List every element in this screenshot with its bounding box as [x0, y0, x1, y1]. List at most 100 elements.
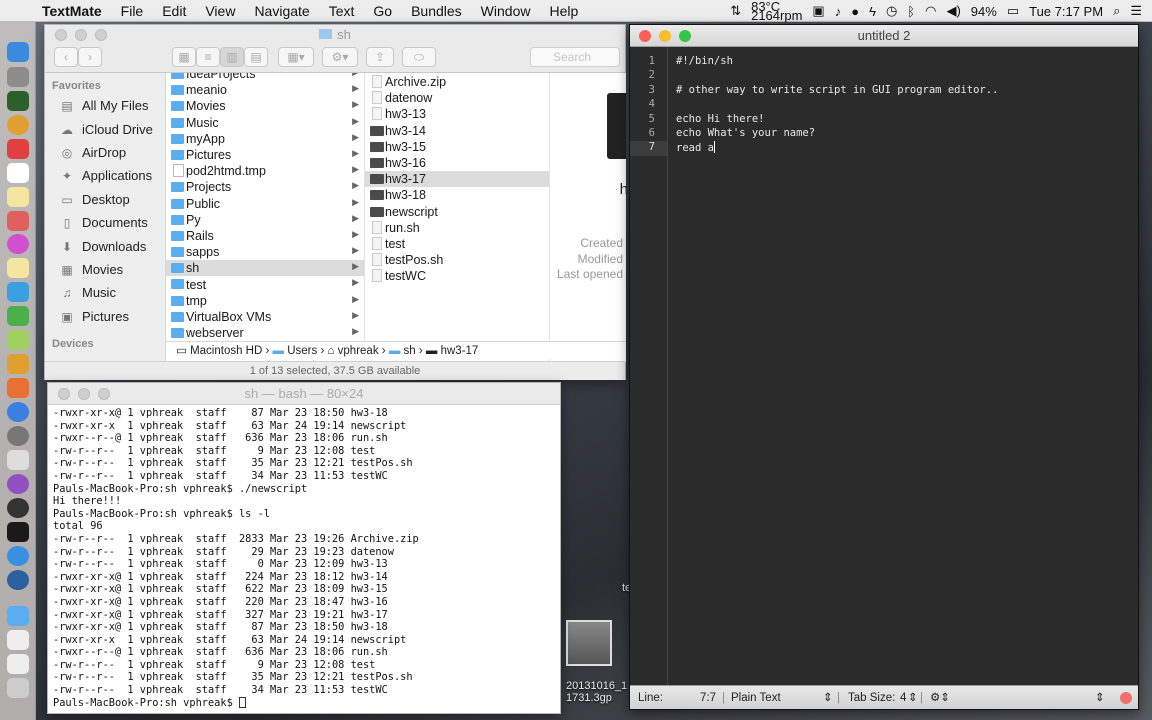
column-item[interactable]: hw3-17 [365, 171, 549, 188]
arrange-button[interactable]: ▦▾ [278, 47, 314, 67]
column-item[interactable]: hw3-13 [365, 106, 549, 122]
sidebar-item[interactable]: ▣ Pictures [45, 305, 165, 328]
minimize-button[interactable] [75, 29, 87, 41]
line-number-gutter[interactable]: 1234567 [630, 47, 668, 685]
trash-dock-icon[interactable] [7, 678, 29, 698]
zoom-button[interactable] [95, 29, 107, 41]
close-button[interactable] [55, 29, 67, 41]
grammar-chevron-icon[interactable]: ⇕ [823, 686, 833, 710]
line-number[interactable]: 7 [630, 141, 667, 156]
battery-percent[interactable]: 94% [971, 4, 997, 19]
finder-titlebar[interactable]: sh [45, 25, 625, 45]
column-item[interactable]: myApp ▶ [166, 131, 364, 147]
sidebar-item[interactable]: ◎ AirDrop [45, 141, 165, 164]
search-input[interactable]: Search [530, 47, 620, 67]
gear-icon[interactable]: ⚙⇕ [930, 686, 950, 710]
terminal-dock-icon[interactable] [7, 522, 29, 542]
cursor-position[interactable]: 7:7 [700, 686, 716, 710]
textmate-titlebar[interactable]: untitled 2 [630, 25, 1138, 47]
facetime-dock-icon[interactable] [7, 306, 29, 326]
ibooks-dock-icon[interactable] [7, 354, 29, 374]
line-number[interactable]: 2 [630, 69, 667, 83]
shield-icon[interactable]: ▣ [812, 3, 824, 19]
column-item[interactable]: test [365, 236, 549, 252]
path-item[interactable]: hw3-17 [441, 345, 479, 357]
column-item[interactable]: hw3-18 [365, 187, 549, 203]
launchpad-dock-icon[interactable] [7, 67, 29, 87]
column-item[interactable]: IdeaProjects ▶ [166, 73, 364, 82]
menu-view[interactable]: View [205, 3, 235, 19]
messages-dock-icon[interactable] [7, 282, 29, 302]
app-store-dock-icon[interactable] [7, 402, 29, 422]
path-item[interactable]: Users [287, 345, 317, 357]
terminal-titlebar[interactable]: sh — bash — 80×24 [48, 383, 560, 405]
line-number[interactable]: 4 [630, 98, 667, 112]
photos-dock-icon[interactable] [7, 234, 29, 254]
column-item[interactable]: Projects ▶ [166, 179, 364, 195]
menu-navigate[interactable]: Navigate [254, 3, 309, 19]
maps-dock-icon[interactable] [7, 330, 29, 350]
back-button[interactable]: ‹ [54, 47, 78, 67]
documents-dock-icon[interactable] [7, 630, 29, 650]
menu-help[interactable]: Help [549, 3, 578, 19]
volume-icon[interactable]: ◀) [946, 3, 960, 19]
edit-tags-button[interactable]: ⬭ [402, 47, 436, 67]
minimize-button[interactable] [659, 30, 671, 42]
column-item[interactable]: meanio ▶ [166, 82, 364, 98]
column-item[interactable]: run.sh [365, 220, 549, 236]
app-dock-icon[interactable] [7, 139, 29, 159]
action-gear-button[interactable]: ⚙▾ [322, 47, 358, 67]
column-item[interactable]: Music ▶ [166, 115, 364, 131]
sidebar-item[interactable]: ▤ All My Files [45, 94, 165, 117]
network-monitor-icon[interactable]: ⇅ [730, 3, 741, 19]
stickies-dock-icon[interactable] [7, 258, 29, 278]
tab-size-value[interactable]: 4 [900, 686, 906, 710]
grammar-selector[interactable]: Plain Text [731, 686, 781, 710]
code-editor[interactable]: #!/bin/sh # other way to write script in … [676, 47, 1136, 156]
sidebar-item[interactable]: ☁ iCloud Drive [45, 117, 165, 140]
sidebar-item[interactable]: ▭ Desktop [45, 188, 165, 211]
safari-dock-icon[interactable] [7, 546, 29, 566]
macro-record-icon[interactable] [1120, 692, 1132, 704]
column-item[interactable]: webserver ▶ [166, 325, 364, 341]
line-number[interactable]: 1 [630, 55, 667, 69]
sidebar-item[interactable]: ▦ Movies [45, 258, 165, 281]
code-line[interactable]: read a [676, 141, 1136, 155]
column-item[interactable]: testPos.sh [365, 252, 549, 268]
desktop-file-label[interactable]: 20131016_1 1731.3gp [566, 680, 627, 704]
code-line[interactable] [676, 69, 1136, 83]
column-item[interactable]: hw3-15 [365, 139, 549, 155]
column-item[interactable]: tmp ▶ [166, 293, 364, 309]
menu-window[interactable]: Window [481, 3, 531, 19]
column-item[interactable]: Rails ▶ [166, 228, 364, 244]
menu-edit[interactable]: Edit [162, 3, 186, 19]
column-item[interactable]: hw3-16 [365, 155, 549, 171]
notes-dock-icon[interactable] [7, 187, 29, 207]
bluetooth-icon[interactable]: ᛒ [907, 4, 915, 19]
desktop-video-thumbnail[interactable] [566, 620, 612, 666]
share-button[interactable]: ⇪ [366, 47, 394, 67]
menu-file[interactable]: File [121, 3, 144, 19]
column-item[interactable]: sh ▶ [166, 260, 364, 277]
battery-icon[interactable]: ▭ [1007, 3, 1019, 19]
app-dock-icon-2[interactable] [7, 474, 29, 494]
path-item[interactable]: Macintosh HD [190, 345, 262, 357]
zoom-button[interactable] [98, 388, 110, 400]
column-item[interactable]: datenow [365, 90, 549, 106]
clock[interactable]: Tue 7:17 PM [1029, 4, 1103, 19]
code-line[interactable]: # other way to write script in GUI progr… [676, 84, 1136, 98]
time-machine-icon[interactable]: ◷ [886, 3, 897, 19]
path-item[interactable]: sh [404, 345, 416, 357]
zoom-button[interactable] [679, 30, 691, 42]
menu-bundles[interactable]: Bundles [411, 3, 462, 19]
wifi-icon[interactable]: ◠ [925, 3, 936, 19]
bolt-icon[interactable]: ϟ [869, 4, 876, 19]
minimize-button[interactable] [78, 388, 90, 400]
column-item[interactable]: Py ▶ [166, 212, 364, 228]
icon-view-button[interactable]: ▦ [172, 47, 196, 67]
activity-dock-icon[interactable] [7, 91, 29, 111]
column-item[interactable]: newscript [365, 204, 549, 220]
column-item[interactable]: Pictures ▶ [166, 147, 364, 163]
forward-button[interactable]: › [78, 47, 102, 67]
line-number[interactable]: 6 [630, 127, 667, 141]
